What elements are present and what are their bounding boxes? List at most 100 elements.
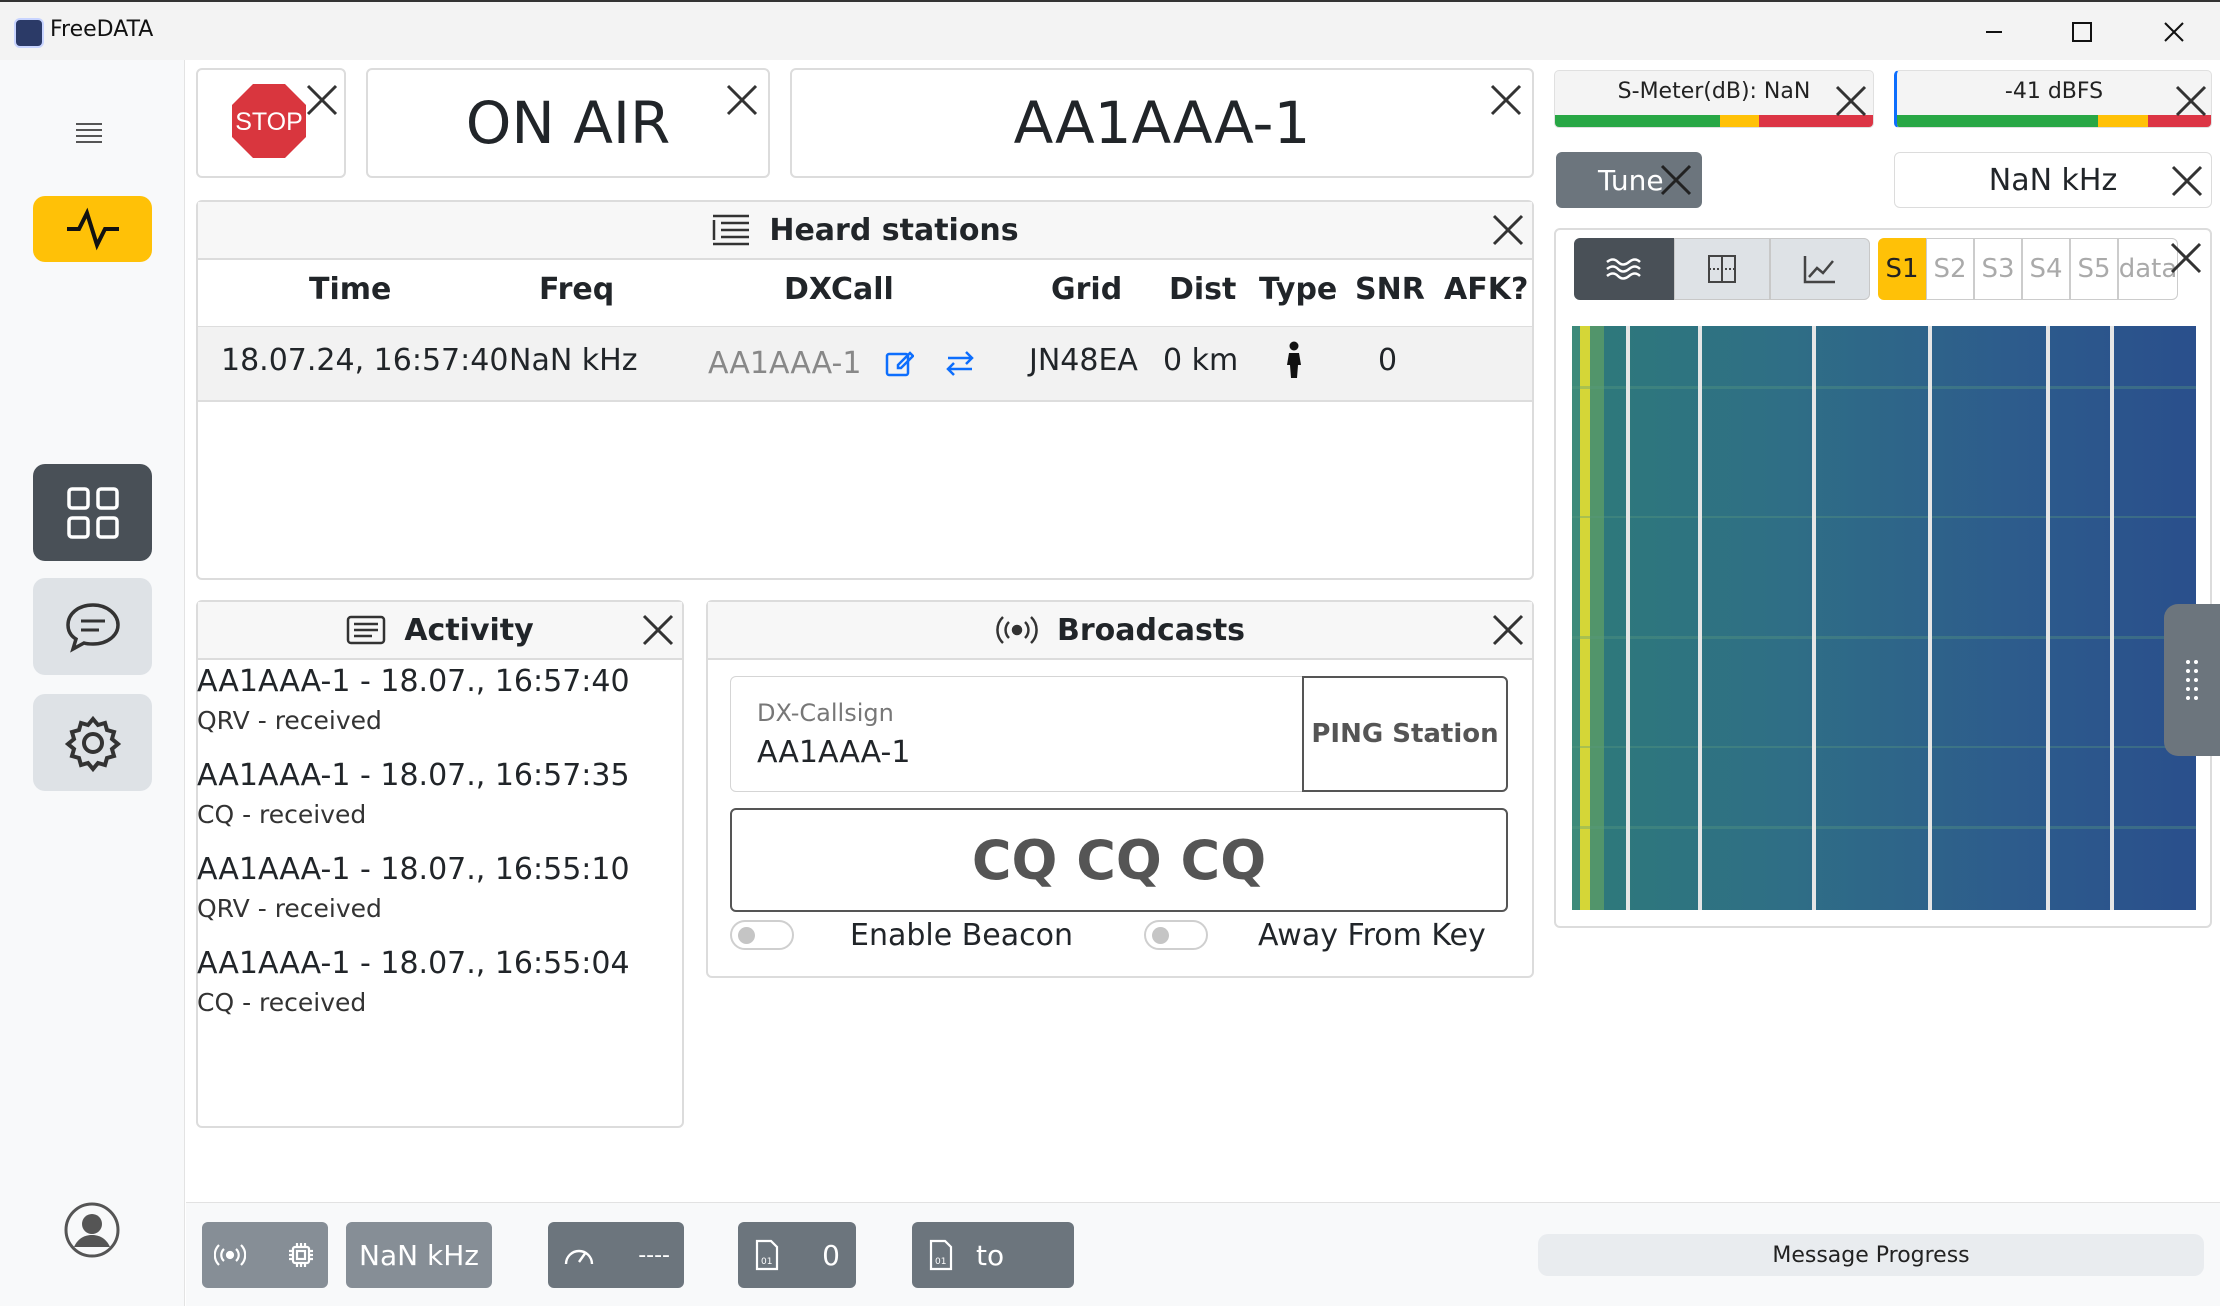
modem-status-group[interactable] [202,1222,328,1288]
chart-view-button[interactable] [1770,238,1870,300]
svg-text:01: 01 [761,1257,772,1267]
waterfall-view-button[interactable] [1574,238,1674,300]
binary-file-icon: 01 [929,1239,953,1271]
activity-item-title: AA1AAA-1 - 18.07., 16:57:35 [197,758,630,793]
cpu-icon [289,1243,313,1267]
stop-sign-icon: STOP [232,84,306,158]
slot-button-s5[interactable]: S5 [2070,238,2118,300]
message-progress-label: Message Progress [1772,1242,1970,1268]
stop-label: STOP [235,108,303,136]
column-header: Freq [539,272,615,307]
slot-button-s4[interactable]: S4 [2022,238,2070,300]
maximize-icon [2072,22,2092,42]
speed-status: ---- [548,1222,684,1288]
close-icon[interactable] [1831,81,1871,121]
close-icon[interactable] [2167,161,2207,201]
maximize-button[interactable] [2042,10,2122,54]
message-progress-bar: Message Progress [1538,1234,2204,1276]
app-logo-icon [14,18,44,48]
cq-label: CQ CQ CQ [971,828,1267,892]
close-icon[interactable] [722,80,762,120]
line-chart-icon [1803,256,1835,284]
close-icon[interactable] [302,80,342,120]
list-icon [713,214,750,246]
grid-icon [66,486,119,539]
activity-item-title: AA1AAA-1 - 18.07., 16:57:40 [197,664,630,699]
transfer-to-label: to [976,1238,1005,1272]
activity-item-title: AA1AAA-1 - 18.07., 16:55:04 [197,946,630,981]
column-header: Dist [1169,272,1237,307]
footer-frequency: NaN kHz [346,1222,492,1288]
bytes-count: 0 [822,1238,840,1272]
column-header: Grid [1051,272,1123,307]
frequency-value: NaN kHz [1988,162,2118,198]
close-icon[interactable] [1486,80,1526,120]
close-icon[interactable] [2171,81,2211,121]
activity-header: Activity [198,602,682,660]
broadcast-icon [214,1244,246,1266]
nav-grid-button[interactable] [33,464,152,561]
close-icon [2164,22,2184,42]
broadcasts-title: Broadcasts [1056,612,1246,648]
activity-title: Activity [404,612,534,648]
activity-item-subtitle: QRV - received [197,706,382,735]
frequency-display: NaN kHz [1894,152,2212,208]
offcanvas-handle[interactable] [2164,604,2220,756]
dbfs-label: -41 dBFS [2004,79,2104,104]
beacon-toggle[interactable] [730,920,794,950]
tune-label: Tune [1598,163,1664,197]
ping-station-label: PING Station [1311,719,1499,749]
heard-stations-header: Heard stations [198,202,1532,260]
slot-button-s1[interactable]: S1 [1878,238,1926,300]
close-icon[interactable] [1488,610,1528,650]
my-callsign: AA1AAA-1 [1013,89,1311,157]
grip-dots-icon [2186,660,2198,700]
on-air-indicator: ON AIR [465,89,671,157]
close-icon[interactable] [1656,160,1696,200]
column-header: SNR [1355,272,1425,307]
slot-button-s2[interactable]: S2 [1926,238,1974,300]
title-bar: FreeDATA [0,0,2220,60]
activity-monitor-button[interactable] [33,196,152,262]
start-session-button[interactable] [944,348,976,382]
s-meter: S-Meter(dB): NaN [1554,70,1874,128]
nav-chat-button[interactable] [33,578,152,675]
list-box-icon [347,615,386,645]
column-header: Type [1259,272,1338,307]
dx-callsign-value: AA1AAA-1 [757,735,911,770]
pulse-icon [66,207,119,251]
stop-button[interactable]: STOP [230,82,308,160]
callsign-card: AA1AAA-1 [790,68,1534,178]
close-icon[interactable] [638,610,678,650]
activity-item-title: AA1AAA-1 - 18.07., 16:55:10 [197,852,630,887]
close-icon[interactable] [1488,210,1528,250]
nav-settings-button[interactable] [33,694,152,791]
minimize-button[interactable] [1954,10,2034,54]
slot-button-s3[interactable]: S3 [1974,238,2022,300]
waves-icon [1606,258,1641,280]
person-icon [1287,341,1301,378]
on-air-card: ON AIR [366,68,770,178]
tune-button[interactable]: Tune [1556,152,1702,208]
activity-item-subtitle: CQ - received [197,988,367,1017]
transfer-status: 01 to [912,1222,1074,1288]
scatter-view-button[interactable] [1674,238,1770,300]
edit-icon [885,351,915,377]
profile-button[interactable] [62,1200,122,1264]
row-dxcall: AA1AAA-1 [708,346,862,381]
arrows-exchange-icon [946,351,974,376]
edit-station-button[interactable] [884,348,915,382]
cq-button[interactable]: CQ CQ CQ [730,808,1508,912]
menu-toggle[interactable] [72,116,106,150]
broadcasts-header: Broadcasts [708,602,1532,660]
close-icon[interactable] [2166,238,2206,278]
ping-station-button[interactable]: PING Station [1302,676,1508,792]
dx-callsign-field[interactable]: DX-Callsign AA1AAA-1 [730,676,1304,792]
column-header: Time [309,272,392,307]
bytes-status: 01 0 [738,1222,856,1288]
dx-callsign-label: DX-Callsign [757,699,894,727]
afk-toggle[interactable] [1144,920,1208,950]
close-window-button[interactable] [2134,10,2214,54]
gear-icon [64,715,121,772]
window-title: FreeDATA [50,17,154,42]
